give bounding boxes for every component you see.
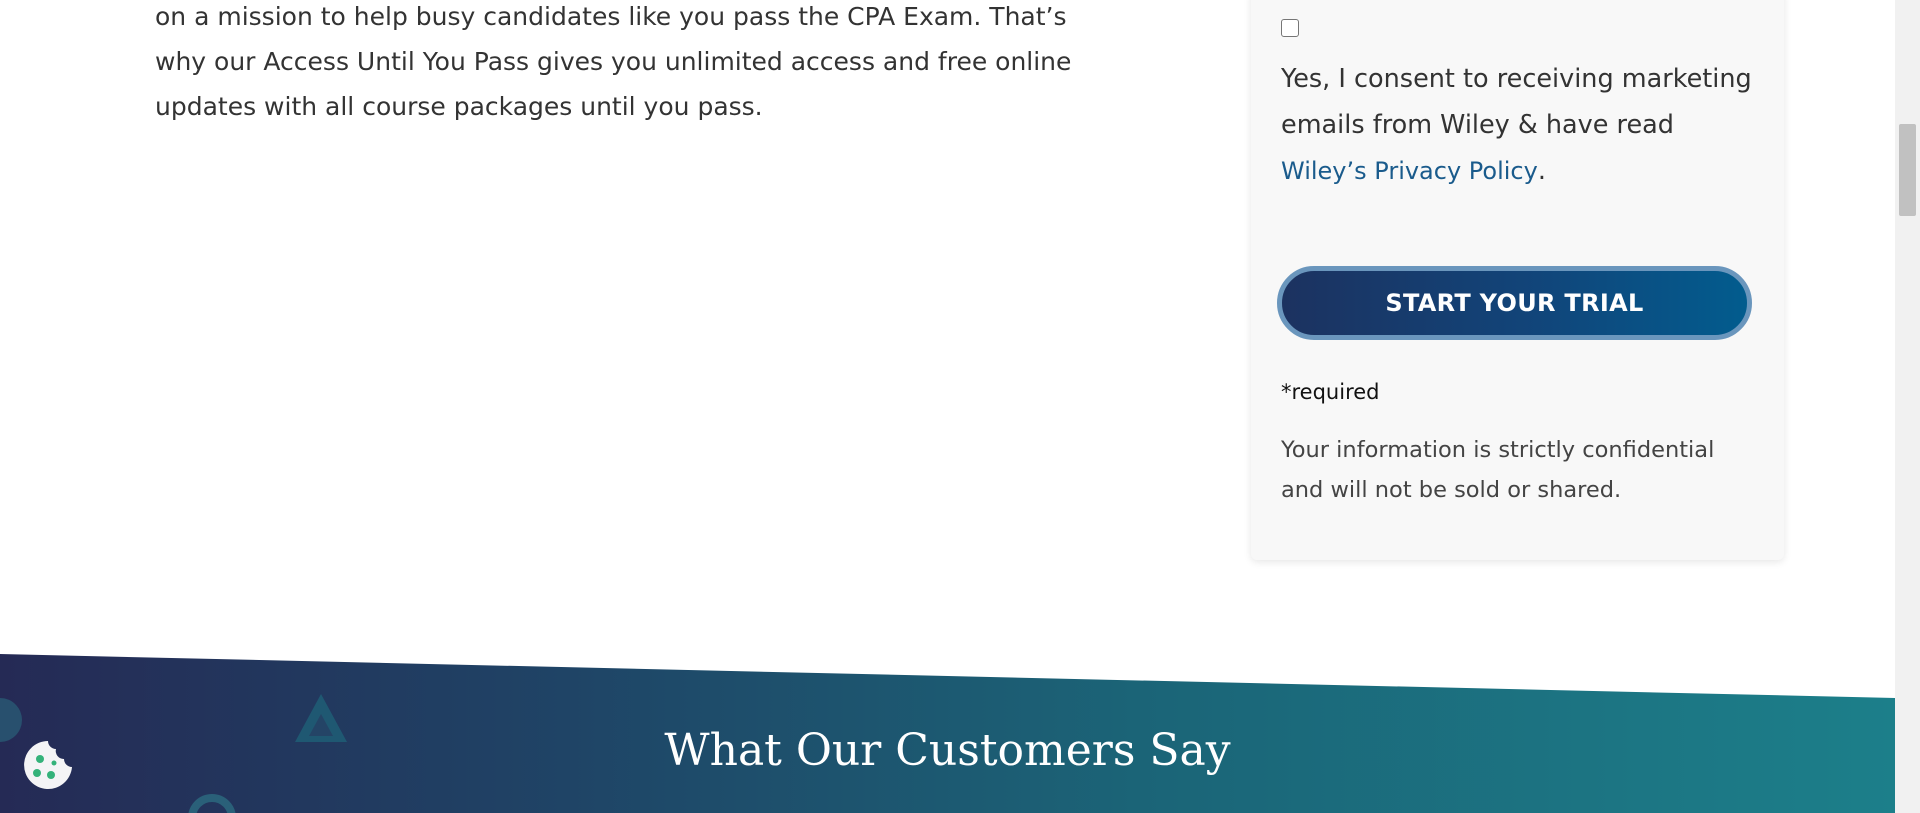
intro-line: on a mission to help busy candidates lik… xyxy=(155,2,1067,31)
cookie-icon[interactable] xyxy=(20,737,76,793)
intro-paragraph: on a mission to help busy candidates lik… xyxy=(155,0,1105,129)
vertical-scrollbar[interactable] xyxy=(1895,0,1920,813)
intro-line: updates with all course packages until y… xyxy=(155,92,763,121)
consent-label: Yes, I consent to receiving marketing em… xyxy=(1281,64,1752,140)
page: on a mission to help busy candidates lik… xyxy=(0,0,1895,813)
consent-text: Yes, I consent to receiving marketing em… xyxy=(1281,56,1761,194)
intro-line: why our Access Until You Pass gives you … xyxy=(155,47,1072,76)
marketing-consent-checkbox[interactable] xyxy=(1281,19,1299,37)
start-trial-button[interactable]: START YOUR TRIAL xyxy=(1277,266,1752,340)
trial-signup-form: Yes, I consent to receiving marketing em… xyxy=(1251,0,1784,560)
confidential-note: Your information is strictly confidentia… xyxy=(1281,437,1715,503)
decorative-ring-icon xyxy=(188,794,236,813)
consent-period: . xyxy=(1537,156,1546,186)
privacy-policy-link[interactable]: Wiley’s Privacy Policy xyxy=(1281,157,1538,185)
required-note: *required xyxy=(1281,380,1380,404)
testimonials-heading: What Our Customers Say xyxy=(664,725,1231,776)
scrollbar-thumb[interactable] xyxy=(1899,124,1916,216)
